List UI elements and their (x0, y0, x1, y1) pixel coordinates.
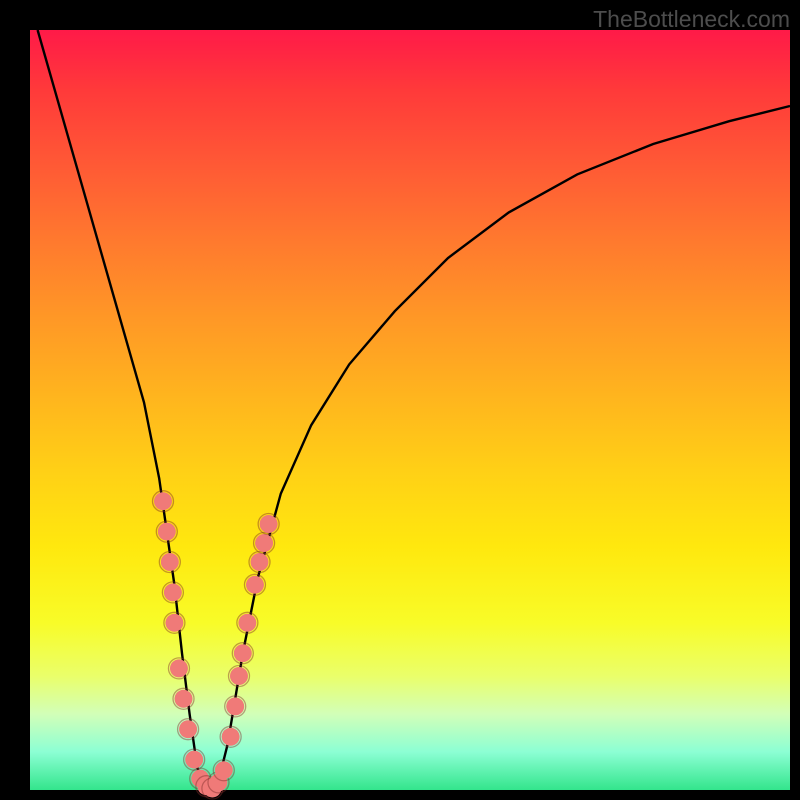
chart-svg-layer (30, 30, 790, 790)
data-bead (158, 523, 176, 541)
data-bead (161, 553, 179, 571)
data-bead (260, 515, 278, 533)
data-bead (154, 492, 172, 510)
data-bead (164, 583, 182, 601)
data-bead (170, 659, 188, 677)
data-bead (238, 614, 256, 632)
beads-group (153, 491, 280, 799)
data-bead (165, 614, 183, 632)
data-bead (215, 761, 233, 779)
data-bead (185, 751, 203, 769)
data-bead (234, 644, 252, 662)
data-bead (179, 720, 197, 738)
bottleneck-curve (38, 30, 790, 790)
chart-frame: TheBottleneck.com (0, 0, 800, 800)
data-bead (246, 576, 264, 594)
plot-area (30, 30, 790, 790)
curve-group (38, 30, 790, 790)
data-bead (226, 697, 244, 715)
data-bead (251, 553, 269, 571)
data-bead (230, 667, 248, 685)
watermark-text: TheBottleneck.com (593, 6, 790, 33)
data-bead (255, 534, 273, 552)
data-bead (222, 728, 240, 746)
data-bead (175, 690, 193, 708)
